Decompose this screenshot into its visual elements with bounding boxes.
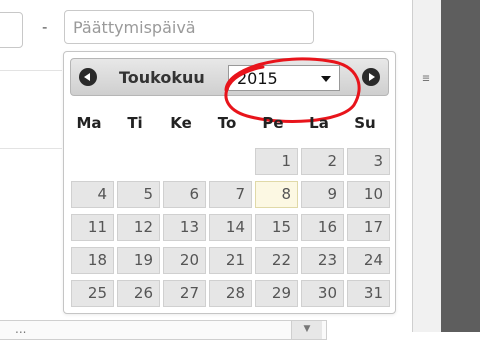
calendar-day[interactable]: 13 xyxy=(163,214,206,241)
year-select[interactable]: 2015 xyxy=(228,65,340,91)
calendar-day[interactable]: 30 xyxy=(301,280,344,307)
divider xyxy=(0,70,62,71)
bottom-select-value: ... xyxy=(15,322,27,336)
calendar-day[interactable]: 20 xyxy=(163,247,206,274)
weekday-label: To xyxy=(217,114,237,132)
calendar-day[interactable]: 3 xyxy=(347,148,390,175)
calendar-day[interactable]: 14 xyxy=(209,214,252,241)
weekday-label: Ke xyxy=(170,114,192,132)
calendar-day[interactable]: 7 xyxy=(209,181,252,208)
weekday-label: Ma xyxy=(76,114,102,132)
calendar-day[interactable]: 18 xyxy=(71,247,114,274)
weekday-header-row: Ma Ti Ke To Pe La Su xyxy=(68,114,390,134)
chevron-down-icon xyxy=(321,76,331,82)
range-separator: - xyxy=(42,18,48,36)
calendar-day[interactable]: 31 xyxy=(347,280,390,307)
calendar-day[interactable]: 19 xyxy=(117,247,160,274)
chevron-down-icon[interactable]: ▼ xyxy=(291,321,322,339)
calendar-day[interactable]: 29 xyxy=(255,280,298,307)
datepicker-popup: Toukokuu 2015 Ma Ti Ke To Pe La Su 12345… xyxy=(63,51,396,314)
calendar-day[interactable]: 1 xyxy=(255,148,298,175)
weekday-label: La xyxy=(309,114,329,132)
calendar-day-today[interactable]: 8 xyxy=(255,181,298,208)
calendar-day[interactable]: 2 xyxy=(301,148,344,175)
calendar-day[interactable]: 5 xyxy=(117,181,160,208)
calendar-day[interactable]: 11 xyxy=(71,214,114,241)
month-label: Toukokuu xyxy=(119,68,205,87)
calendar-day[interactable]: 16 xyxy=(301,214,344,241)
calendar-day[interactable]: 28 xyxy=(209,280,252,307)
end-date-input[interactable] xyxy=(64,10,314,44)
calendar-day[interactable]: 9 xyxy=(301,181,344,208)
bottom-select[interactable]: ... ▼ xyxy=(0,320,327,340)
weekday-label: Su xyxy=(354,114,376,132)
start-date-input[interactable] xyxy=(0,12,23,48)
calendar-day[interactable]: 10 xyxy=(347,181,390,208)
calendar-day[interactable]: 24 xyxy=(347,247,390,274)
calendar-day[interactable]: 22 xyxy=(255,247,298,274)
weekday-label: Ti xyxy=(127,114,143,132)
divider xyxy=(0,148,62,149)
side-panel xyxy=(441,0,480,332)
year-value: 2015 xyxy=(237,69,278,88)
calendar-day[interactable]: 23 xyxy=(301,247,344,274)
scrollbar[interactable]: ≡ xyxy=(412,0,442,332)
prev-month-icon[interactable] xyxy=(79,68,97,86)
calendar-day[interactable]: 26 xyxy=(117,280,160,307)
calendar-day[interactable]: 6 xyxy=(163,181,206,208)
calendar-day[interactable]: 27 xyxy=(163,280,206,307)
calendar-day[interactable]: 21 xyxy=(209,247,252,274)
calendar-day[interactable]: 15 xyxy=(255,214,298,241)
calendar-day[interactable]: 4 xyxy=(71,181,114,208)
next-month-icon[interactable] xyxy=(362,68,380,86)
calendar-day[interactable]: 17 xyxy=(347,214,390,241)
weekday-label: Pe xyxy=(262,114,284,132)
scrollbar-grip-icon[interactable]: ≡ xyxy=(421,71,431,85)
calendar-day[interactable]: 12 xyxy=(117,214,160,241)
datepicker-header: Toukokuu 2015 xyxy=(70,57,389,123)
calendar-day[interactable]: 25 xyxy=(71,280,114,307)
